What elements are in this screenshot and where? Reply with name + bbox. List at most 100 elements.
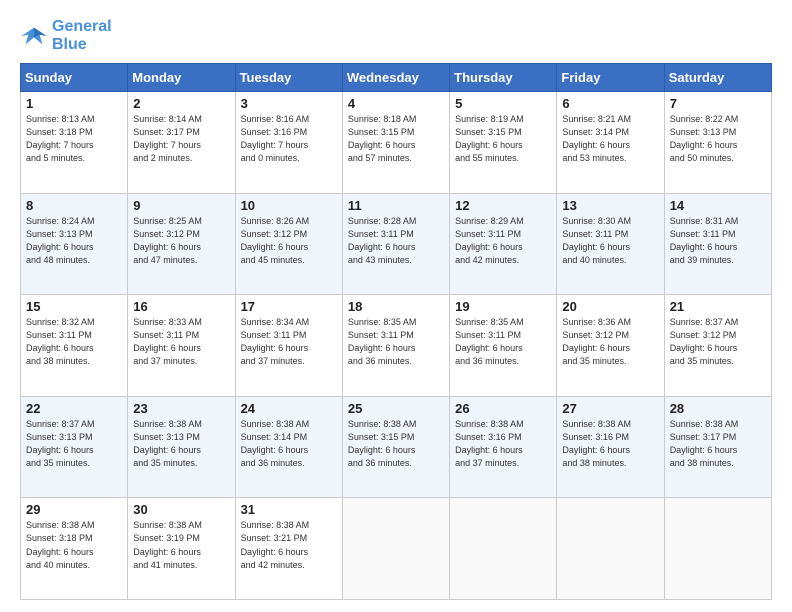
day-number: 30 xyxy=(133,502,229,517)
day-info: Sunrise: 8:34 AM Sunset: 3:11 PM Dayligh… xyxy=(241,316,337,368)
calendar-cell: 4Sunrise: 8:18 AM Sunset: 3:15 PM Daylig… xyxy=(342,92,449,194)
day-info: Sunrise: 8:37 AM Sunset: 3:13 PM Dayligh… xyxy=(26,418,122,470)
day-number: 4 xyxy=(348,96,444,111)
day-number: 17 xyxy=(241,299,337,314)
day-info: Sunrise: 8:38 AM Sunset: 3:16 PM Dayligh… xyxy=(562,418,658,470)
calendar-cell: 16 Sunrise: 8:33 AM Sunset: 3:11 PM Dayli… xyxy=(128,295,235,397)
calendar-cell: 12 Sunrise: 8:29 AM Sunset: 3:11 PM Dayli… xyxy=(450,193,557,295)
day-number: 10 xyxy=(241,198,337,213)
day-info: Sunrise: 8:32 AM Sunset: 3:11 PM Dayligh… xyxy=(26,316,122,368)
day-number: 20 xyxy=(562,299,658,314)
logo: General Blue xyxy=(20,18,112,53)
calendar-cell: 10Sunrise: 8:26 AM Sunset: 3:12 PM Dayli… xyxy=(235,193,342,295)
calendar-cell: 18Sunrise: 8:35 AM Sunset: 3:11 PM Dayli… xyxy=(342,295,449,397)
calendar-cell xyxy=(450,498,557,600)
calendar-cell xyxy=(664,498,771,600)
calendar-cell xyxy=(557,498,664,600)
logo-text: General Blue xyxy=(52,18,112,53)
calendar-cell: 11 Sunrise: 8:28 AM Sunset: 3:11 PM Dayli… xyxy=(342,193,449,295)
day-number: 6 xyxy=(562,96,658,111)
calendar-cell: 31Sunrise: 8:38 AM Sunset: 3:21 PM Dayli… xyxy=(235,498,342,600)
calendar-week-row: 1 Sunrise: 8:13 AM Sunset: 3:18 PM Daylig… xyxy=(21,92,772,194)
day-number: 25 xyxy=(348,401,444,416)
day-number: 9 xyxy=(133,198,229,213)
calendar-cell: 3Sunrise: 8:16 AM Sunset: 3:16 PM Daylig… xyxy=(235,92,342,194)
calendar-cell: 15 Sunrise: 8:32 AM Sunset: 3:11 PM Dayli… xyxy=(21,295,128,397)
day-info: Sunrise: 8:36 AM Sunset: 3:12 PM Dayligh… xyxy=(562,316,658,368)
weekday-header: Sunday xyxy=(21,64,128,92)
day-info: Sunrise: 8:38 AM Sunset: 3:17 PM Dayligh… xyxy=(670,418,766,470)
day-number: 2 xyxy=(133,96,229,111)
day-info: Sunrise: 8:19 AM Sunset: 3:15 PM Dayligh… xyxy=(455,113,551,165)
weekday-header: Saturday xyxy=(664,64,771,92)
day-number: 3 xyxy=(241,96,337,111)
calendar-cell: 2Sunrise: 8:14 AM Sunset: 3:17 PM Daylig… xyxy=(128,92,235,194)
day-number: 7 xyxy=(670,96,766,111)
calendar-cell: 30Sunrise: 8:38 AM Sunset: 3:19 PM Dayli… xyxy=(128,498,235,600)
day-info: Sunrise: 8:21 AM Sunset: 3:14 PM Dayligh… xyxy=(562,113,658,165)
day-number: 18 xyxy=(348,299,444,314)
calendar-cell: 22 Sunrise: 8:37 AM Sunset: 3:13 PM Dayli… xyxy=(21,396,128,498)
day-number: 12 xyxy=(455,198,551,213)
calendar: SundayMondayTuesdayWednesdayThursdayFrid… xyxy=(20,63,772,600)
day-number: 11 xyxy=(348,198,444,213)
day-number: 23 xyxy=(133,401,229,416)
weekday-header-row: SundayMondayTuesdayWednesdayThursdayFrid… xyxy=(21,64,772,92)
calendar-cell: 13Sunrise: 8:30 AM Sunset: 3:11 PM Dayli… xyxy=(557,193,664,295)
calendar-cell: 17 Sunrise: 8:34 AM Sunset: 3:11 PM Dayli… xyxy=(235,295,342,397)
day-number: 14 xyxy=(670,198,766,213)
day-number: 24 xyxy=(241,401,337,416)
day-info: Sunrise: 8:38 AM Sunset: 3:13 PM Dayligh… xyxy=(133,418,229,470)
calendar-cell xyxy=(342,498,449,600)
calendar-cell: 7 Sunrise: 8:22 AM Sunset: 3:13 PM Daylig… xyxy=(664,92,771,194)
day-info: Sunrise: 8:38 AM Sunset: 3:21 PM Dayligh… xyxy=(241,519,337,571)
calendar-week-row: 29 Sunrise: 8:38 AM Sunset: 3:18 PM Dayli… xyxy=(21,498,772,600)
calendar-cell: 9 Sunrise: 8:25 AM Sunset: 3:12 PM Daylig… xyxy=(128,193,235,295)
calendar-cell: 19 Sunrise: 8:35 AM Sunset: 3:11 PM Dayli… xyxy=(450,295,557,397)
calendar-week-row: 15 Sunrise: 8:32 AM Sunset: 3:11 PM Dayli… xyxy=(21,295,772,397)
day-info: Sunrise: 8:24 AM Sunset: 3:13 PM Dayligh… xyxy=(26,215,122,267)
day-number: 21 xyxy=(670,299,766,314)
day-info: Sunrise: 8:25 AM Sunset: 3:12 PM Dayligh… xyxy=(133,215,229,267)
day-number: 19 xyxy=(455,299,551,314)
logo-general: General xyxy=(52,18,112,35)
weekday-header: Monday xyxy=(128,64,235,92)
calendar-cell: 21Sunrise: 8:37 AM Sunset: 3:12 PM Dayli… xyxy=(664,295,771,397)
calendar-cell: 28 Sunrise: 8:38 AM Sunset: 3:17 PM Dayli… xyxy=(664,396,771,498)
calendar-cell: 1 Sunrise: 8:13 AM Sunset: 3:18 PM Daylig… xyxy=(21,92,128,194)
day-number: 16 xyxy=(133,299,229,314)
day-info: Sunrise: 8:33 AM Sunset: 3:11 PM Dayligh… xyxy=(133,316,229,368)
weekday-header: Friday xyxy=(557,64,664,92)
day-info: Sunrise: 8:13 AM Sunset: 3:18 PM Dayligh… xyxy=(26,113,122,165)
day-number: 26 xyxy=(455,401,551,416)
day-number: 22 xyxy=(26,401,122,416)
day-info: Sunrise: 8:28 AM Sunset: 3:11 PM Dayligh… xyxy=(348,215,444,267)
calendar-cell: 24 Sunrise: 8:38 AM Sunset: 3:14 PM Dayli… xyxy=(235,396,342,498)
day-number: 29 xyxy=(26,502,122,517)
day-number: 8 xyxy=(26,198,122,213)
day-number: 28 xyxy=(670,401,766,416)
day-info: Sunrise: 8:38 AM Sunset: 3:18 PM Dayligh… xyxy=(26,519,122,571)
day-info: Sunrise: 8:38 AM Sunset: 3:15 PM Dayligh… xyxy=(348,418,444,470)
day-info: Sunrise: 8:22 AM Sunset: 3:13 PM Dayligh… xyxy=(670,113,766,165)
weekday-header: Thursday xyxy=(450,64,557,92)
day-info: Sunrise: 8:38 AM Sunset: 3:14 PM Dayligh… xyxy=(241,418,337,470)
calendar-week-row: 8 Sunrise: 8:24 AM Sunset: 3:13 PM Daylig… xyxy=(21,193,772,295)
day-info: Sunrise: 8:35 AM Sunset: 3:11 PM Dayligh… xyxy=(455,316,551,368)
logo-icon xyxy=(20,22,48,50)
calendar-cell: 20 Sunrise: 8:36 AM Sunset: 3:12 PM Dayli… xyxy=(557,295,664,397)
calendar-cell: 26Sunrise: 8:38 AM Sunset: 3:16 PM Dayli… xyxy=(450,396,557,498)
calendar-cell: 25 Sunrise: 8:38 AM Sunset: 3:15 PM Dayli… xyxy=(342,396,449,498)
calendar-cell: 27 Sunrise: 8:38 AM Sunset: 3:16 PM Dayli… xyxy=(557,396,664,498)
calendar-cell: 14 Sunrise: 8:31 AM Sunset: 3:11 PM Dayli… xyxy=(664,193,771,295)
page: General Blue SundayMondayTuesdayWednesda… xyxy=(0,0,792,612)
day-number: 15 xyxy=(26,299,122,314)
calendar-cell: 23 Sunrise: 8:38 AM Sunset: 3:13 PM Dayli… xyxy=(128,396,235,498)
day-number: 27 xyxy=(562,401,658,416)
header: General Blue xyxy=(20,18,772,53)
day-info: Sunrise: 8:31 AM Sunset: 3:11 PM Dayligh… xyxy=(670,215,766,267)
weekday-header: Wednesday xyxy=(342,64,449,92)
logo-blue: Blue xyxy=(52,36,112,54)
day-info: Sunrise: 8:29 AM Sunset: 3:11 PM Dayligh… xyxy=(455,215,551,267)
day-number: 1 xyxy=(26,96,122,111)
